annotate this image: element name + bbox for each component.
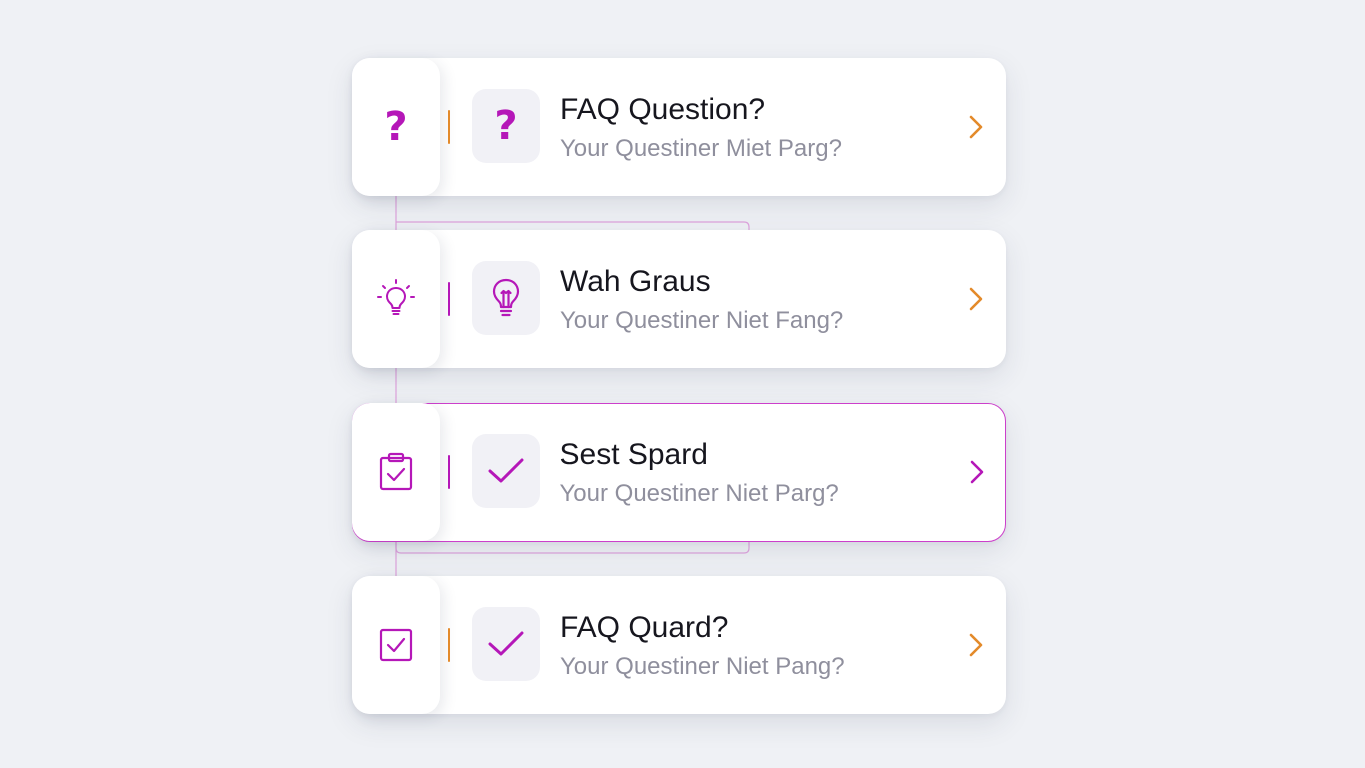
question-mark-icon: ? <box>384 104 408 150</box>
faq-item-title: Sest Spard <box>559 437 708 471</box>
faq-item-divider <box>447 454 450 489</box>
faq-item-text: FAQ Question? Your Questiner Miet Parg? <box>560 92 842 164</box>
faq-item-faq-question[interactable]: ? ? FAQ Question? Your Questiner Miet Pa… <box>352 58 1006 196</box>
faq-item-subtitle: Your Questiner Niet Pang? <box>560 653 845 680</box>
faq-item-side-tab <box>352 230 440 368</box>
faq-item-divider <box>448 282 450 316</box>
faq-item-side-tab: ? <box>352 58 440 196</box>
faq-item-subtitle: Your Questiner Niet Fang? <box>560 307 844 334</box>
faq-item-title: FAQ Quard? <box>560 611 729 644</box>
faq-item-side-tab <box>351 402 440 541</box>
checkmark-icon <box>488 458 523 482</box>
chevron-right-icon[interactable] <box>964 284 988 314</box>
chevron-right-icon[interactable] <box>964 630 988 660</box>
clipboard-check-icon <box>379 452 412 490</box>
faq-item-subtitle: Your Questiner Niet Parg? <box>559 479 839 507</box>
faq-item-text: Sest Spard Your Questiner Niet Parg? <box>560 437 839 509</box>
faq-item-title: FAQ Question? <box>560 93 766 126</box>
faq-item-sest-spard[interactable]: Sest Spard Your Questiner Niet Parg? <box>351 402 1006 542</box>
faq-item-icon-tile <box>471 433 540 508</box>
lightbulb-icon <box>377 279 415 315</box>
faq-item-faq-quard[interactable]: FAQ Quard? Your Questiner Niet Pang? <box>352 576 1006 714</box>
faq-item-divider <box>448 110 450 144</box>
checkmark-icon <box>488 631 524 656</box>
faq-item-wah-graus[interactable]: Wah Graus Your Questiner Niet Fang? <box>352 230 1006 368</box>
faq-item-subtitle: Your Questiner Miet Parg? <box>560 135 842 162</box>
faq-item-text: FAQ Quard? Your Questiner Niet Pang? <box>560 610 845 682</box>
question-mark-icon: ? <box>494 103 518 149</box>
faq-item-text: Wah Graus Your Questiner Niet Fang? <box>560 264 843 336</box>
faq-screen: ? ? FAQ Question? Your Questiner Miet Pa… <box>0 0 1365 768</box>
faq-item-icon-tile <box>472 261 540 335</box>
chevron-right-icon[interactable] <box>964 112 988 142</box>
faq-item-icon-tile: ? <box>472 89 540 163</box>
checkbox-icon <box>379 628 413 662</box>
faq-item-title: Wah Graus <box>560 265 711 298</box>
faq-item-side-tab <box>352 576 440 714</box>
chevron-right-icon[interactable] <box>965 457 989 487</box>
faq-item-divider <box>448 628 450 662</box>
lightbulb-icon <box>492 278 520 317</box>
faq-item-icon-tile <box>472 607 540 681</box>
